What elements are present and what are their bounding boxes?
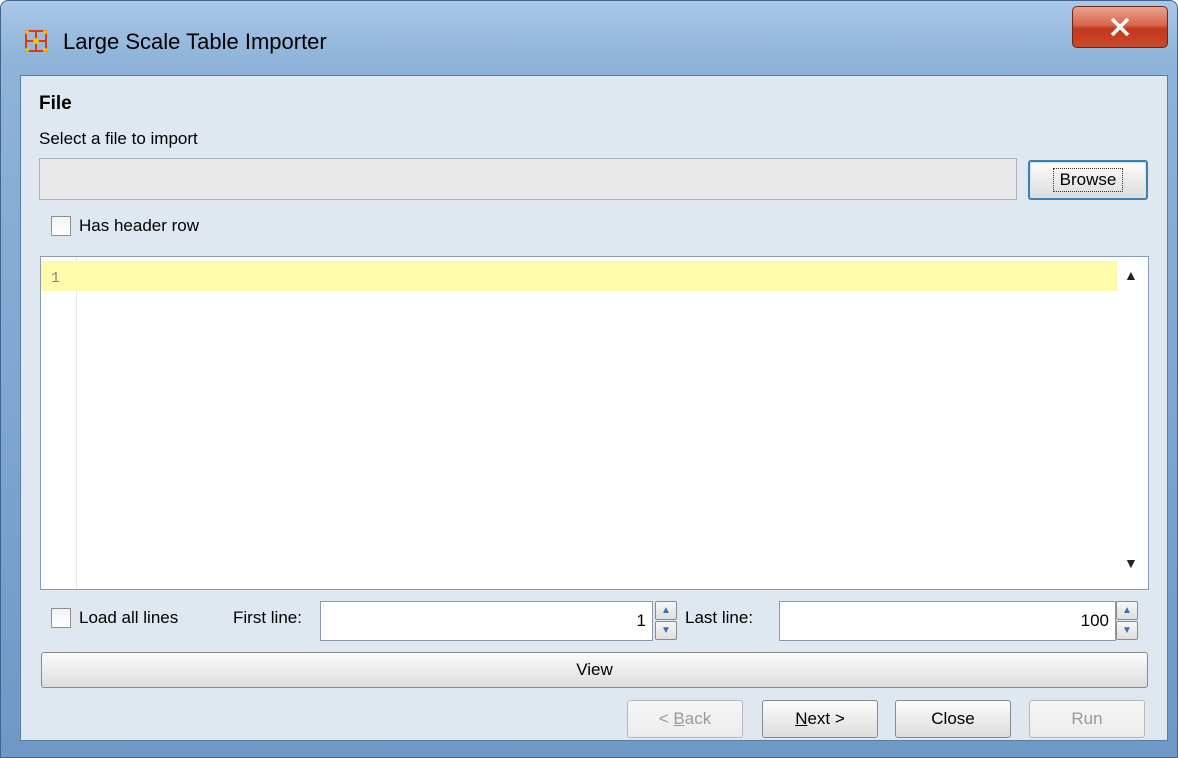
back-button[interactable]: < Back [627, 700, 743, 738]
last-line-spinner: ▲ ▼ [1116, 601, 1138, 641]
network-grid-icon [25, 30, 47, 52]
scroll-up-arrow-icon[interactable]: ▲ [1124, 267, 1138, 283]
last-line-input[interactable]: 100 [779, 601, 1116, 641]
title-bar[interactable]: Large Scale Table Importer [1, 1, 1177, 77]
load-all-lines-label[interactable]: Load all lines [79, 608, 178, 628]
spinner-down-icon[interactable]: ▼ [655, 621, 677, 640]
back-button-label: < Back [658, 709, 712, 728]
next-button-label: Next > [795, 709, 845, 728]
close-button[interactable]: Close [895, 700, 1011, 738]
dialog-content: File Select a file to import Browse Has … [20, 75, 1168, 741]
has-header-row-checkbox[interactable] [51, 216, 71, 236]
current-line-highlight [77, 261, 1117, 291]
view-button[interactable]: View [41, 652, 1148, 688]
load-all-lines-checkbox[interactable] [51, 608, 71, 628]
browse-button[interactable]: Browse [1028, 160, 1148, 200]
close-icon [1110, 17, 1130, 37]
next-button[interactable]: Next > [762, 700, 878, 738]
line-number: 1 [51, 270, 61, 287]
file-preview-editor[interactable]: 1 ▲ ▼ [40, 256, 1149, 590]
first-line-spinner: ▲ ▼ [655, 601, 677, 641]
spinner-up-icon[interactable]: ▲ [1116, 601, 1138, 620]
line-number-gutter [41, 257, 77, 589]
last-line-label: Last line: [685, 608, 754, 627]
scroll-down-arrow-icon[interactable]: ▼ [1124, 555, 1138, 571]
run-button[interactable]: Run [1029, 700, 1145, 738]
importer-window: Large Scale Table Importer File Select a… [0, 0, 1178, 758]
has-header-row-label[interactable]: Has header row [79, 216, 199, 236]
browse-button-label: Browse [1052, 168, 1124, 192]
spinner-up-icon[interactable]: ▲ [655, 601, 677, 620]
first-line-label: First line: [233, 608, 302, 627]
window-close-button[interactable] [1072, 6, 1168, 48]
first-line-input[interactable]: 1 [320, 601, 653, 641]
section-subtitle: Select a file to import [39, 129, 198, 148]
section-title: File [39, 93, 72, 114]
spinner-down-icon[interactable]: ▼ [1116, 621, 1138, 640]
window-title: Large Scale Table Importer [63, 29, 327, 54]
file-path-field[interactable] [39, 158, 1017, 200]
